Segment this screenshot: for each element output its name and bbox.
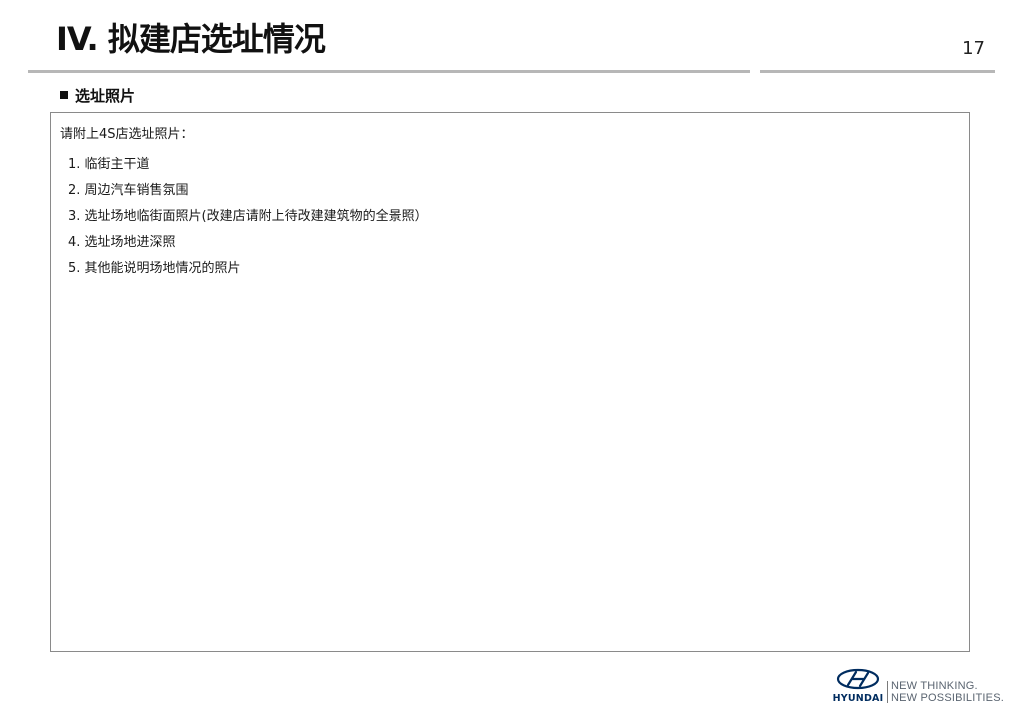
list-item: 5. 其他能说明场地情况的照片: [68, 261, 241, 276]
list-item: 3. 选址场地临街面照片(改建店请附上待改建建筑物的全景照）: [68, 209, 428, 224]
hyundai-wordmark: HYUNDAI: [833, 693, 884, 704]
square-bullet-icon: [60, 91, 68, 99]
list-item: 1. 临街主干道: [68, 157, 150, 172]
header-divider-right: [760, 70, 995, 73]
list-item: 4. 选址场地进深照: [68, 235, 176, 250]
hyundai-emblem-icon: [836, 668, 880, 690]
section-heading-text: 选址照片: [75, 87, 136, 105]
footer-divider: [887, 681, 888, 703]
page-title: IV. 拟建店选址情况: [56, 20, 326, 58]
photo-placeholder-box: 请附上4S店选址照片： 1. 临街主干道 2. 周边汽车销售氛围 3. 选址场地…: [50, 112, 970, 652]
photo-requirements-list: 1. 临街主干道 2. 周边汽车销售氛围 3. 选址场地临街面照片(改建店请附上…: [68, 152, 428, 282]
page-number: 17: [962, 38, 985, 59]
tagline-line-2: NEW POSSIBILITIES.: [891, 692, 1005, 704]
instruction-text: 请附上4S店选址照片：: [60, 127, 194, 142]
header-divider-left: [28, 70, 750, 73]
section-heading: 选址照片: [60, 86, 135, 106]
hyundai-logo: HYUNDAI: [833, 668, 884, 704]
brand-tagline: NEW THINKING. NEW POSSIBILITIES.: [891, 680, 1004, 704]
list-item: 2. 周边汽车销售氛围: [68, 183, 189, 198]
tagline-line-1: NEW THINKING.: [891, 680, 978, 692]
